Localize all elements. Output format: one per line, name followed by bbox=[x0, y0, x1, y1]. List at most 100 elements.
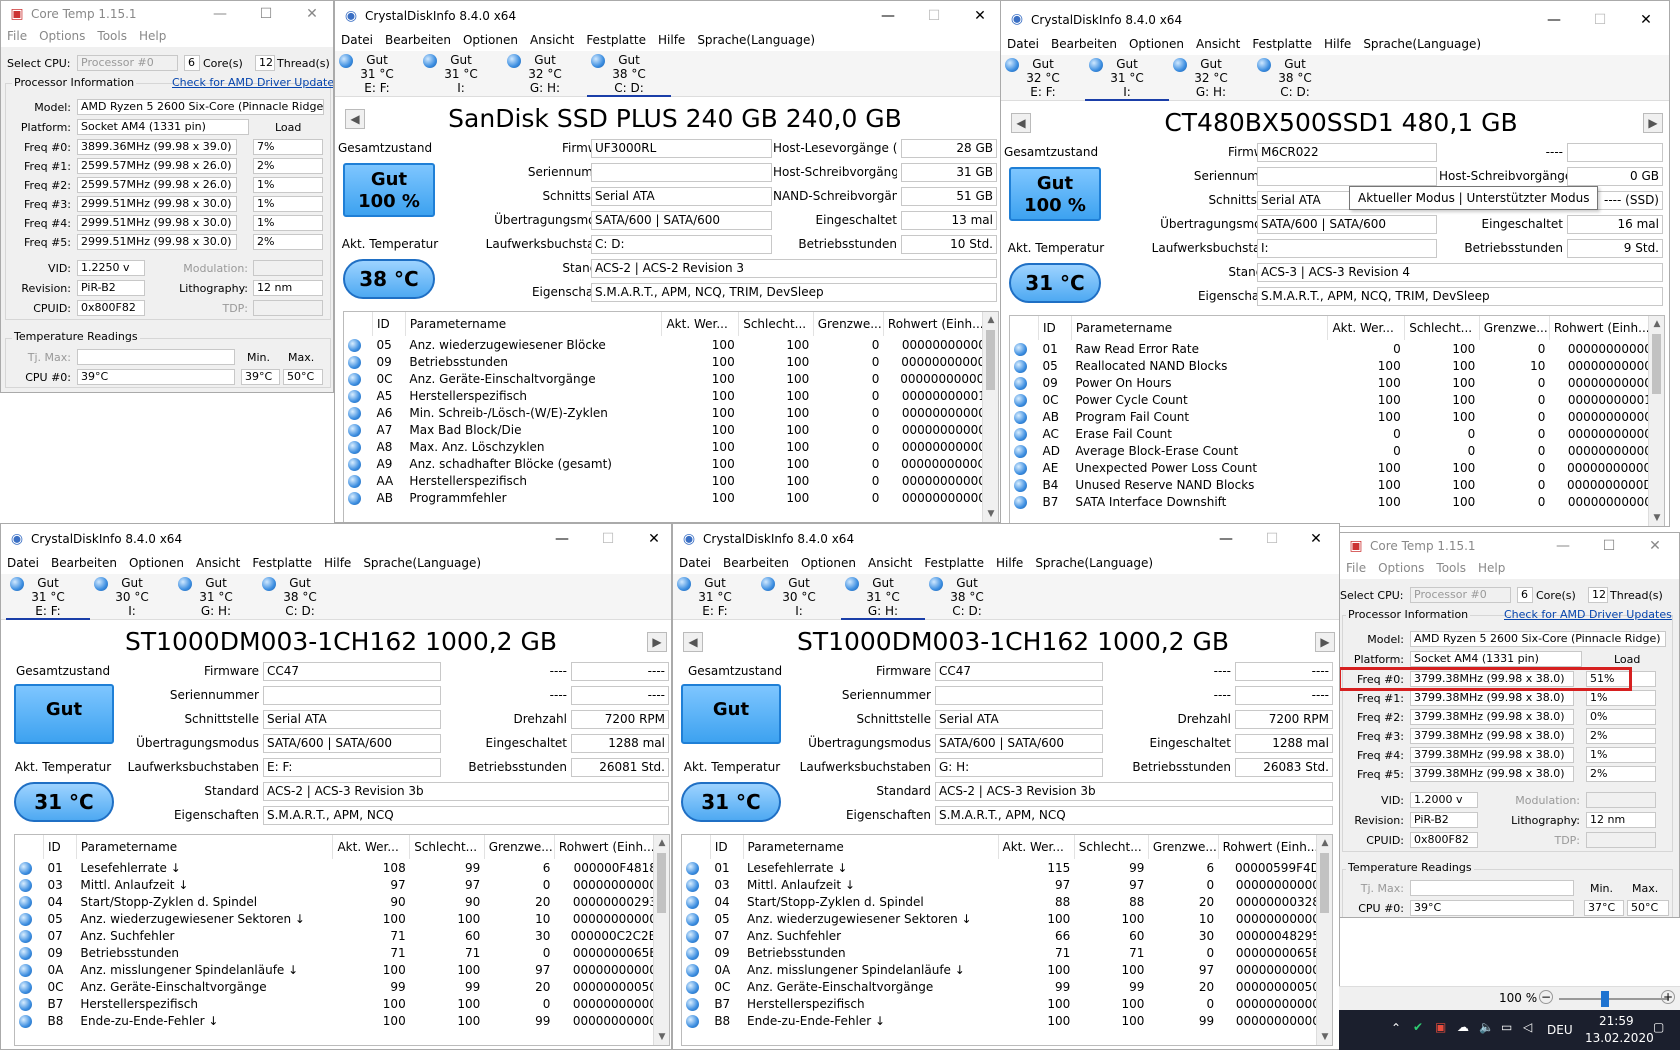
column-header[interactable]: Rohwert (Einh.... bbox=[883, 312, 998, 336]
minimize-button[interactable]: — bbox=[1540, 533, 1586, 559]
vertical-scrollbar[interactable]: ▲ ▼ bbox=[1648, 316, 1664, 526]
disk-tab[interactable]: Gut 32 °C G: H: bbox=[503, 51, 587, 97]
keyboard-language[interactable]: DEU bbox=[1547, 1023, 1573, 1037]
icon-column-header[interactable] bbox=[1010, 316, 1039, 340]
menu-sprachelanguage[interactable]: Sprache(Language) bbox=[357, 554, 487, 570]
table-row[interactable]: AB Programmfehler 100 100 0 000000000000 bbox=[344, 489, 998, 506]
table-row[interactable]: A8 Max. Anz. Löschzyklen 100 100 0 0000000000… bbox=[344, 438, 998, 455]
table-row[interactable]: 0C Anz. Geräte-Einschaltvorgänge 100 100 0 00… bbox=[344, 370, 998, 387]
scroll-thumb[interactable] bbox=[1320, 853, 1329, 913]
menu-optionen[interactable]: Optionen bbox=[795, 554, 862, 570]
menu-sprachelanguage[interactable]: Sprache(Language) bbox=[691, 31, 821, 47]
health-status-button[interactable]: Gut 100 % bbox=[1009, 167, 1101, 221]
column-header[interactable]: Parametername bbox=[743, 835, 999, 859]
table-row[interactable]: 05 Reallocated NAND Blocks 100 100 10 0000000… bbox=[1010, 357, 1664, 374]
disk-tab[interactable]: Gut 38 °C C: D: bbox=[258, 574, 342, 620]
next-disk-button[interactable]: ▶ bbox=[647, 632, 667, 652]
temperature-button[interactable]: 31 °C bbox=[681, 782, 781, 822]
table-row[interactable]: 0A Anz. misslungener Spindelanläufe ↓ 100 1… bbox=[15, 961, 669, 978]
table-row[interactable]: B7 Herstellerspezifisch 100 100 0 00000000000… bbox=[15, 995, 669, 1012]
table-row[interactable]: B7 SATA Interface Downshift 100 100 0 0000000… bbox=[1010, 493, 1664, 510]
menu-datei[interactable]: Datei bbox=[1, 554, 45, 570]
menu-festplatte[interactable]: Festplatte bbox=[918, 554, 990, 570]
menu-sprachelanguage[interactable]: Sprache(Language) bbox=[1029, 554, 1159, 570]
menu-ansicht[interactable]: Ansicht bbox=[1190, 35, 1246, 51]
vertical-scrollbar[interactable]: ▲ ▼ bbox=[1316, 835, 1332, 1045]
menu-hilfe[interactable]: Hilfe bbox=[990, 554, 1029, 570]
close-button[interactable]: ✕ bbox=[1632, 533, 1678, 559]
table-row[interactable]: 03 Mittl. Anlaufzeit ↓ 97 97 0 000000000000 bbox=[15, 876, 669, 893]
menu-datei[interactable]: Datei bbox=[1001, 35, 1045, 51]
maximize-button[interactable]: ☐ bbox=[585, 524, 631, 554]
scroll-down-icon[interactable]: ▼ bbox=[1317, 1029, 1332, 1045]
disk-tab[interactable]: Gut 38 °C C: D: bbox=[1253, 55, 1337, 101]
menu-file[interactable]: File bbox=[1, 27, 33, 43]
minimize-button[interactable]: — bbox=[1531, 5, 1577, 35]
speaker-icon[interactable]: 🔈 bbox=[1479, 1020, 1494, 1034]
menu-festplatte[interactable]: Festplatte bbox=[580, 31, 652, 47]
volume-icon[interactable]: ◁ bbox=[1523, 1020, 1532, 1034]
temperature-button[interactable]: 31 °C bbox=[14, 782, 114, 822]
table-row[interactable]: 0C Anz. Geräte-Einschaltvorgänge 99 99 20 000… bbox=[682, 978, 1332, 995]
table-row[interactable]: AA Herstellerspezifisch 100 100 0 00000000000… bbox=[344, 472, 998, 489]
menu-ansicht[interactable]: Ansicht bbox=[524, 31, 580, 47]
vertical-scrollbar[interactable]: ▲ ▼ bbox=[653, 835, 669, 1045]
table-row[interactable]: 07 Anz. Suchfehler 66 60 30 000000482957 bbox=[682, 927, 1332, 944]
disk-tab[interactable]: Gut 30 °C I: bbox=[757, 574, 841, 620]
menu-bearbeiten[interactable]: Bearbeiten bbox=[379, 31, 457, 47]
column-header[interactable]: Parametername bbox=[76, 835, 334, 859]
table-row[interactable]: AB Program Fail Count 100 100 0 000000000000 bbox=[1010, 408, 1664, 425]
column-header[interactable]: Schlecht... bbox=[738, 312, 814, 336]
column-header[interactable]: Rohwert (Einh.... bbox=[1549, 316, 1664, 340]
maximize-button[interactable]: ☐ bbox=[243, 1, 289, 27]
minimize-button[interactable]: — bbox=[865, 1, 911, 31]
table-row[interactable]: A5 Herstellerspezifisch 100 100 0 00000000001… bbox=[344, 387, 998, 404]
menu-ansicht[interactable]: Ansicht bbox=[862, 554, 918, 570]
close-button[interactable]: ✕ bbox=[1623, 5, 1669, 35]
menu-datei[interactable]: Datei bbox=[335, 31, 379, 47]
zoom-in-icon[interactable]: + bbox=[1661, 990, 1675, 1004]
disk-tab[interactable]: Gut 38 °C C: D: bbox=[925, 574, 1009, 620]
title-bar[interactable]: ◉ CrystalDiskInfo 8.4.0 x64 — ☐ ✕ bbox=[335, 1, 1003, 31]
menu-tools[interactable]: Tools bbox=[91, 27, 133, 43]
smart-table[interactable]: ID Parametername Akt. Wer... Schlecht... Gre… bbox=[681, 834, 1333, 1046]
column-header[interactable]: Grenzwe... bbox=[1479, 316, 1550, 340]
menu-tools[interactable]: Tools bbox=[1430, 559, 1472, 575]
menu-festplatte[interactable]: Festplatte bbox=[1246, 35, 1318, 51]
maximize-button[interactable]: ☐ bbox=[911, 1, 957, 31]
smart-table[interactable]: ID Parametername Akt. Wer... Schlecht... Gre… bbox=[14, 834, 670, 1046]
column-header[interactable]: Akt. Wer... bbox=[332, 835, 411, 859]
title-bar[interactable]: ◉ CrystalDiskInfo 8.4.0 x64 — ☐ ✕ bbox=[1001, 1, 1669, 37]
maximize-button[interactable]: ☐ bbox=[1577, 5, 1623, 35]
cpu-select[interactable]: Processor #0 bbox=[77, 55, 178, 71]
table-row[interactable]: B8 Ende-zu-Ende-Fehler ↓ 100 100 99 000000000… bbox=[682, 1012, 1332, 1029]
zoom-slider-thumb[interactable] bbox=[1601, 991, 1609, 1007]
menu-help[interactable]: Help bbox=[133, 27, 172, 43]
table-row[interactable]: 05 Anz. wiederzugewiesener Blöcke 100 100 0 0… bbox=[344, 336, 998, 353]
scroll-up-icon[interactable]: ▲ bbox=[983, 312, 998, 328]
health-status-button[interactable]: Gut bbox=[14, 684, 114, 744]
table-row[interactable]: 0C Power Cycle Count 100 100 0 000000000010 bbox=[1010, 391, 1664, 408]
minimize-button[interactable]: — bbox=[539, 524, 585, 554]
menu-help[interactable]: Help bbox=[1472, 559, 1511, 575]
table-row[interactable]: 05 Anz. wiederzugewiesener Sektoren ↓ 100 1… bbox=[682, 910, 1332, 927]
show-hidden-icons-icon[interactable]: ⌃ bbox=[1391, 1021, 1401, 1035]
scroll-down-icon[interactable]: ▼ bbox=[1649, 510, 1664, 526]
maximize-button[interactable]: ☐ bbox=[1586, 533, 1632, 559]
prev-disk-button[interactable]: ◀ bbox=[683, 632, 703, 652]
menu-optionen[interactable]: Optionen bbox=[1123, 35, 1190, 51]
menu-options[interactable]: Options bbox=[33, 27, 91, 43]
temperature-button[interactable]: 38 °C bbox=[343, 259, 435, 299]
notifications-icon[interactable]: ▢ bbox=[1653, 1020, 1664, 1034]
title-bar[interactable]: ▣ Core Temp 1.15.1 — ☐ ✕ bbox=[1340, 533, 1679, 559]
menu-hilfe[interactable]: Hilfe bbox=[652, 31, 691, 47]
smart-table[interactable]: ID Parametername Akt. Wer... Schlecht... Gre… bbox=[343, 311, 999, 522]
menu-hilfe[interactable]: Hilfe bbox=[318, 554, 357, 570]
core-temp-tray-icon[interactable]: ▣ bbox=[1435, 1020, 1446, 1034]
disk-tab[interactable]: Gut 31 °C I: bbox=[419, 51, 503, 97]
title-bar[interactable]: ◉ CrystalDiskInfo 8.4.0 x64 — ☐ ✕ bbox=[1, 524, 671, 554]
table-row[interactable]: AE Unexpected Power Loss Count 100 100 0 0000… bbox=[1010, 459, 1664, 476]
table-row[interactable]: 04 Start/Stopp-Zyklen d. Spindel 90 90 20 000… bbox=[15, 893, 669, 910]
table-row[interactable]: 03 Mittl. Anlaufzeit ↓ 97 97 0 000000000000 bbox=[682, 876, 1332, 893]
menu-datei[interactable]: Datei bbox=[673, 554, 717, 570]
